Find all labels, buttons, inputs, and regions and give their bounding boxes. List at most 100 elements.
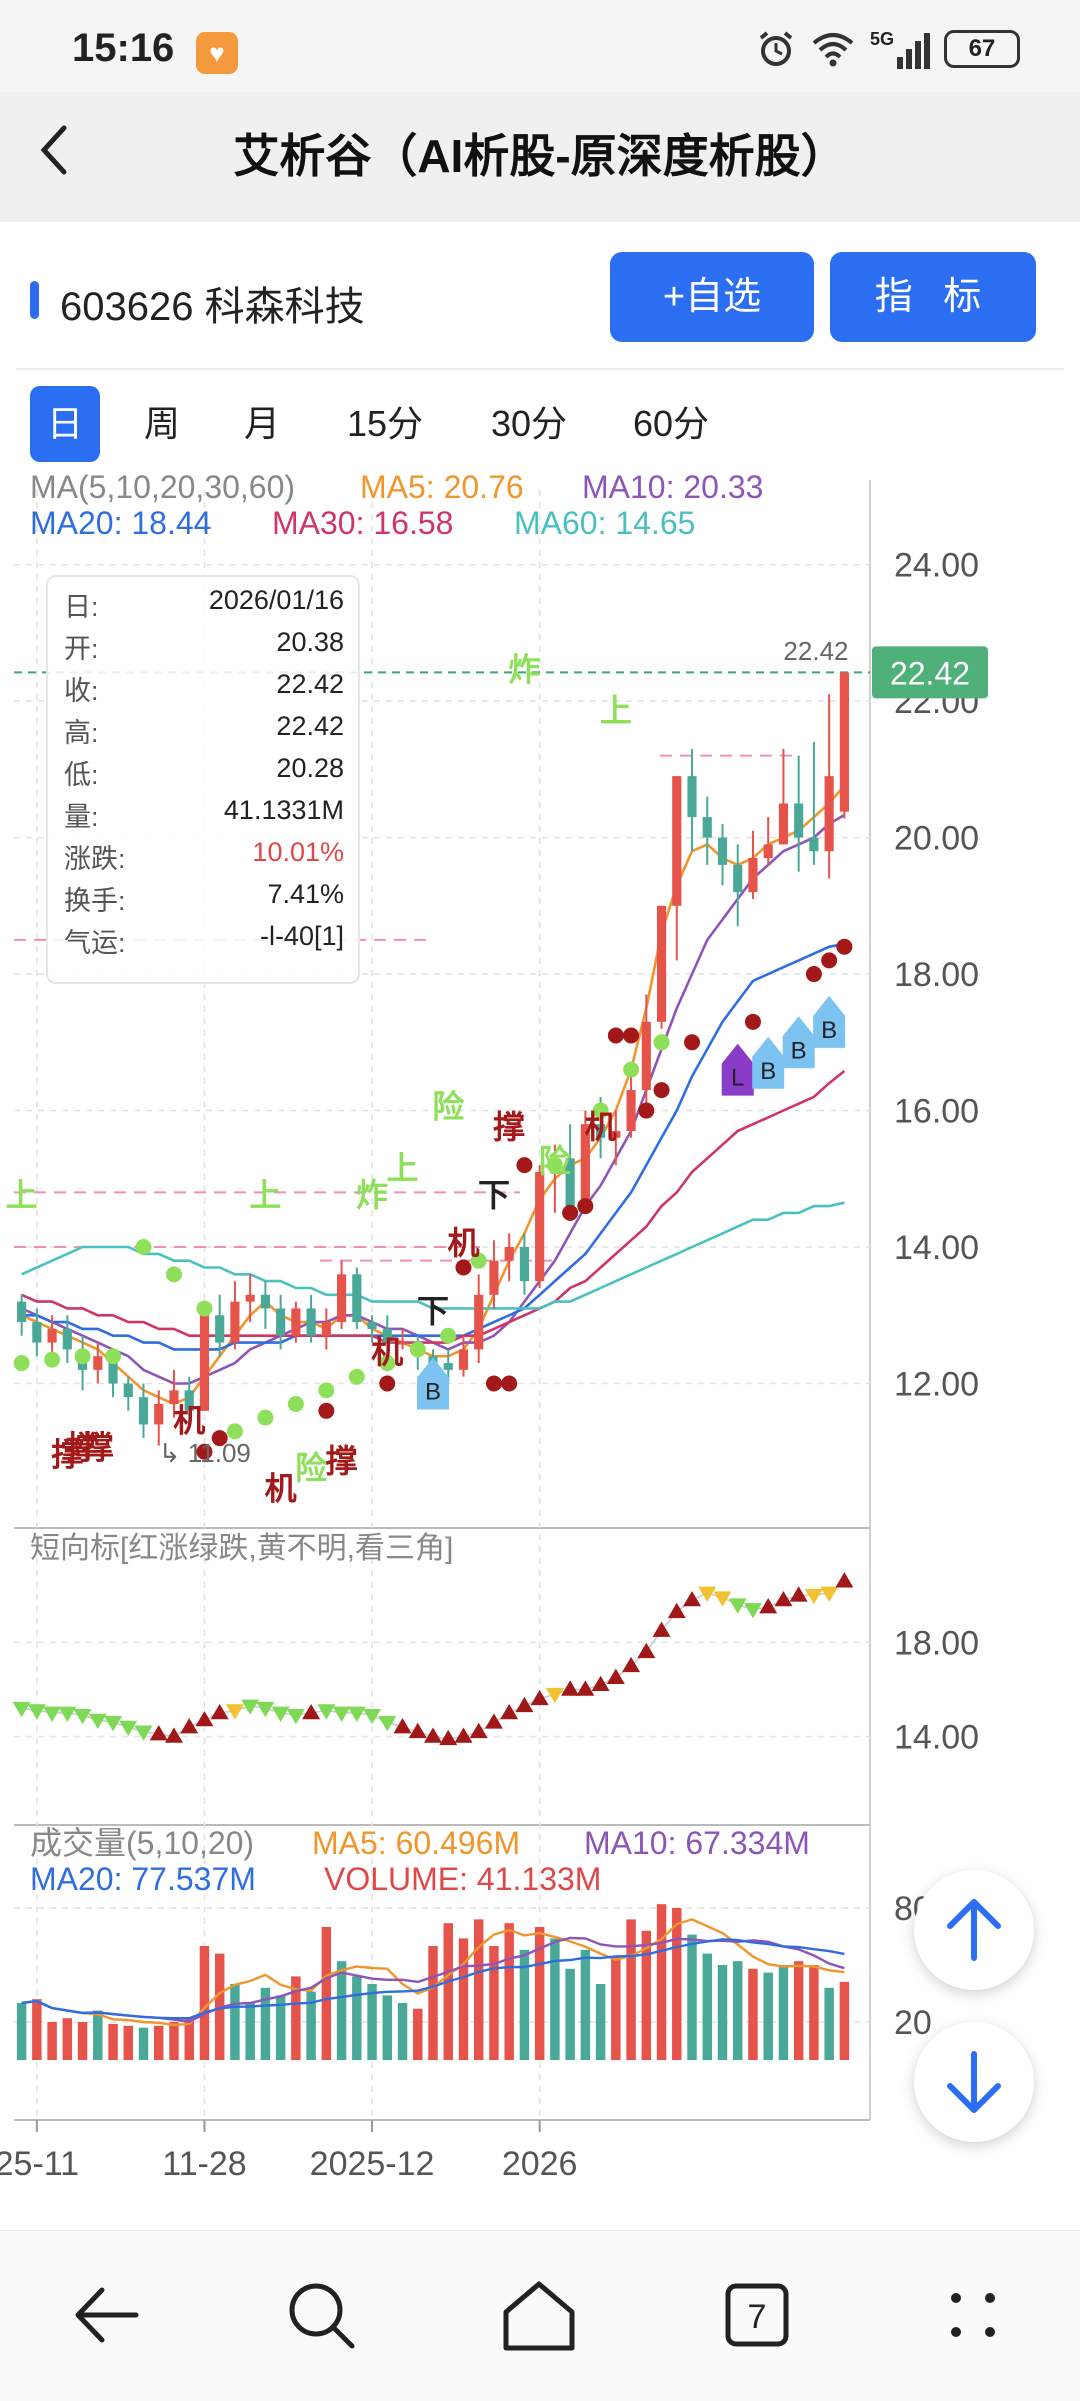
volume-bar — [321, 1927, 332, 2060]
trend-triangle — [789, 1586, 808, 1602]
candle-body — [138, 1397, 149, 1425]
support-dot — [135, 1239, 152, 1256]
nav-menu-button[interactable] — [918, 2260, 1028, 2370]
nav-home-button[interactable] — [484, 2260, 594, 2370]
trend-triangle — [637, 1642, 656, 1659]
trend-triangle — [759, 1598, 778, 1614]
signal-dot — [821, 952, 838, 969]
candle-body — [199, 1315, 210, 1411]
info-row-change: 涨跌: 10.01% — [64, 837, 344, 874]
buy-flag-label: B — [760, 1058, 776, 1085]
info-row-high: 高: 22.42 — [64, 711, 344, 748]
signal-label: 上 — [600, 693, 632, 729]
tab-30min[interactable]: 30分 — [474, 386, 584, 462]
vol-ma5-legend: MA5: 60.496M — [312, 1825, 520, 1861]
signal-dot — [836, 938, 853, 955]
volume-bar — [626, 1919, 636, 2060]
volume-bar — [733, 1961, 743, 2060]
volume-bar — [458, 1938, 469, 2060]
time-tick-label: 2026 — [502, 2145, 578, 2183]
signal-label: 险 — [295, 1450, 328, 1486]
tab-day[interactable]: 日 — [30, 386, 100, 462]
volume-bar — [413, 2008, 423, 2060]
signal-label: 撑 — [82, 1430, 114, 1466]
candle-body — [367, 1322, 377, 1329]
candle-body — [17, 1301, 27, 1323]
nav-tabs-button[interactable]: 7 — [702, 2260, 812, 2370]
support-dot — [653, 1034, 670, 1051]
candle-body — [154, 1403, 164, 1425]
info-row-open: 开: 20.38 — [64, 627, 344, 664]
ma20-legend: MA20: 18.44 — [30, 505, 211, 541]
trend-line — [21, 1580, 845, 1740]
volume-bar — [245, 2003, 255, 2060]
sub-panel-title: 短向标[红涨绿跌,黄不明,看三角] — [30, 1532, 453, 1565]
arrow-left-icon — [75, 2287, 139, 2343]
signal-dot — [485, 1375, 502, 1392]
volume-bar — [656, 1904, 667, 2060]
trend-triangle — [332, 1706, 351, 1722]
volume-bar — [687, 1934, 697, 2060]
candle-body — [763, 844, 773, 859]
signal-dot — [501, 1375, 518, 1392]
trend-triangle — [713, 1591, 732, 1607]
volume-bar — [32, 1999, 42, 2060]
support-dot — [74, 1348, 91, 1365]
wifi-icon — [812, 33, 854, 67]
trend-triangle — [180, 1718, 199, 1734]
info-row-low: 低: 20.28 — [64, 753, 344, 790]
volume-bar — [397, 2003, 408, 2060]
sub-tick-label: 14.00 — [894, 1718, 979, 1756]
support-dot — [13, 1355, 30, 1372]
volume-bar — [154, 2025, 164, 2060]
scroll-down-button[interactable] — [914, 2022, 1034, 2142]
volume-bar — [367, 1984, 377, 2060]
candle-body — [230, 1301, 240, 1343]
status-icons: 5G 67 — [756, 24, 1020, 74]
divider — [16, 368, 1064, 370]
support-dot — [165, 1266, 182, 1283]
volume-panel-title: 成交量(5,10,20) — [30, 1825, 254, 1861]
indicator-button[interactable]: 指 标 — [830, 252, 1036, 342]
signal-label: 上 — [6, 1177, 38, 1213]
signal-dot — [379, 1375, 396, 1392]
volume-bar — [138, 2027, 149, 2060]
sub-tick-label: 18.00 — [894, 1624, 979, 1662]
add-watchlist-button[interactable]: +自选 — [610, 252, 814, 342]
support-dot — [257, 1409, 274, 1426]
volume-bar — [473, 1919, 484, 2060]
volume-bar — [428, 1946, 438, 2060]
ma10-legend: MA10: 20.33 — [582, 470, 763, 505]
tab-15min[interactable]: 15分 — [330, 386, 440, 462]
buy-flag-label: B — [791, 1037, 807, 1064]
candle-body — [32, 1322, 42, 1343]
support-dot — [348, 1368, 365, 1385]
vol-ma20-legend: MA20: 77.537M — [30, 1861, 256, 1897]
tab-week[interactable]: 周 — [126, 386, 198, 462]
nav-search-button[interactable] — [266, 2260, 376, 2370]
candle-body — [504, 1247, 514, 1261]
candle-body — [489, 1260, 499, 1295]
tab-month[interactable]: 月 — [226, 386, 298, 462]
volume-bar — [839, 1981, 850, 2060]
volume-bar — [352, 1976, 362, 2060]
candle-body — [656, 905, 667, 1022]
candle-body — [794, 803, 804, 838]
volume-bar — [62, 2018, 73, 2060]
trend-triangle — [43, 1706, 62, 1722]
signal-dot — [653, 1082, 670, 1099]
low-price-label: ↳ 11.09 — [159, 1438, 251, 1468]
trend-triangle — [515, 1696, 534, 1713]
info-panel: 日: 2026/01/16 开: 20.38 收: 22.42 高: 22.42 低: 2… — [46, 575, 360, 984]
signal-dot — [562, 1204, 579, 1221]
trend-triangle — [667, 1602, 686, 1619]
candle-body — [62, 1328, 72, 1350]
volume-bar — [672, 1908, 682, 2060]
alarm-icon — [759, 31, 793, 66]
support-dot — [287, 1395, 304, 1412]
scroll-up-button[interactable] — [914, 1870, 1034, 1990]
signal-label: 撑 — [326, 1443, 358, 1479]
support-dot — [105, 1348, 122, 1365]
tab-60min[interactable]: 60分 — [616, 386, 726, 462]
nav-back-button[interactable] — [52, 2260, 162, 2370]
